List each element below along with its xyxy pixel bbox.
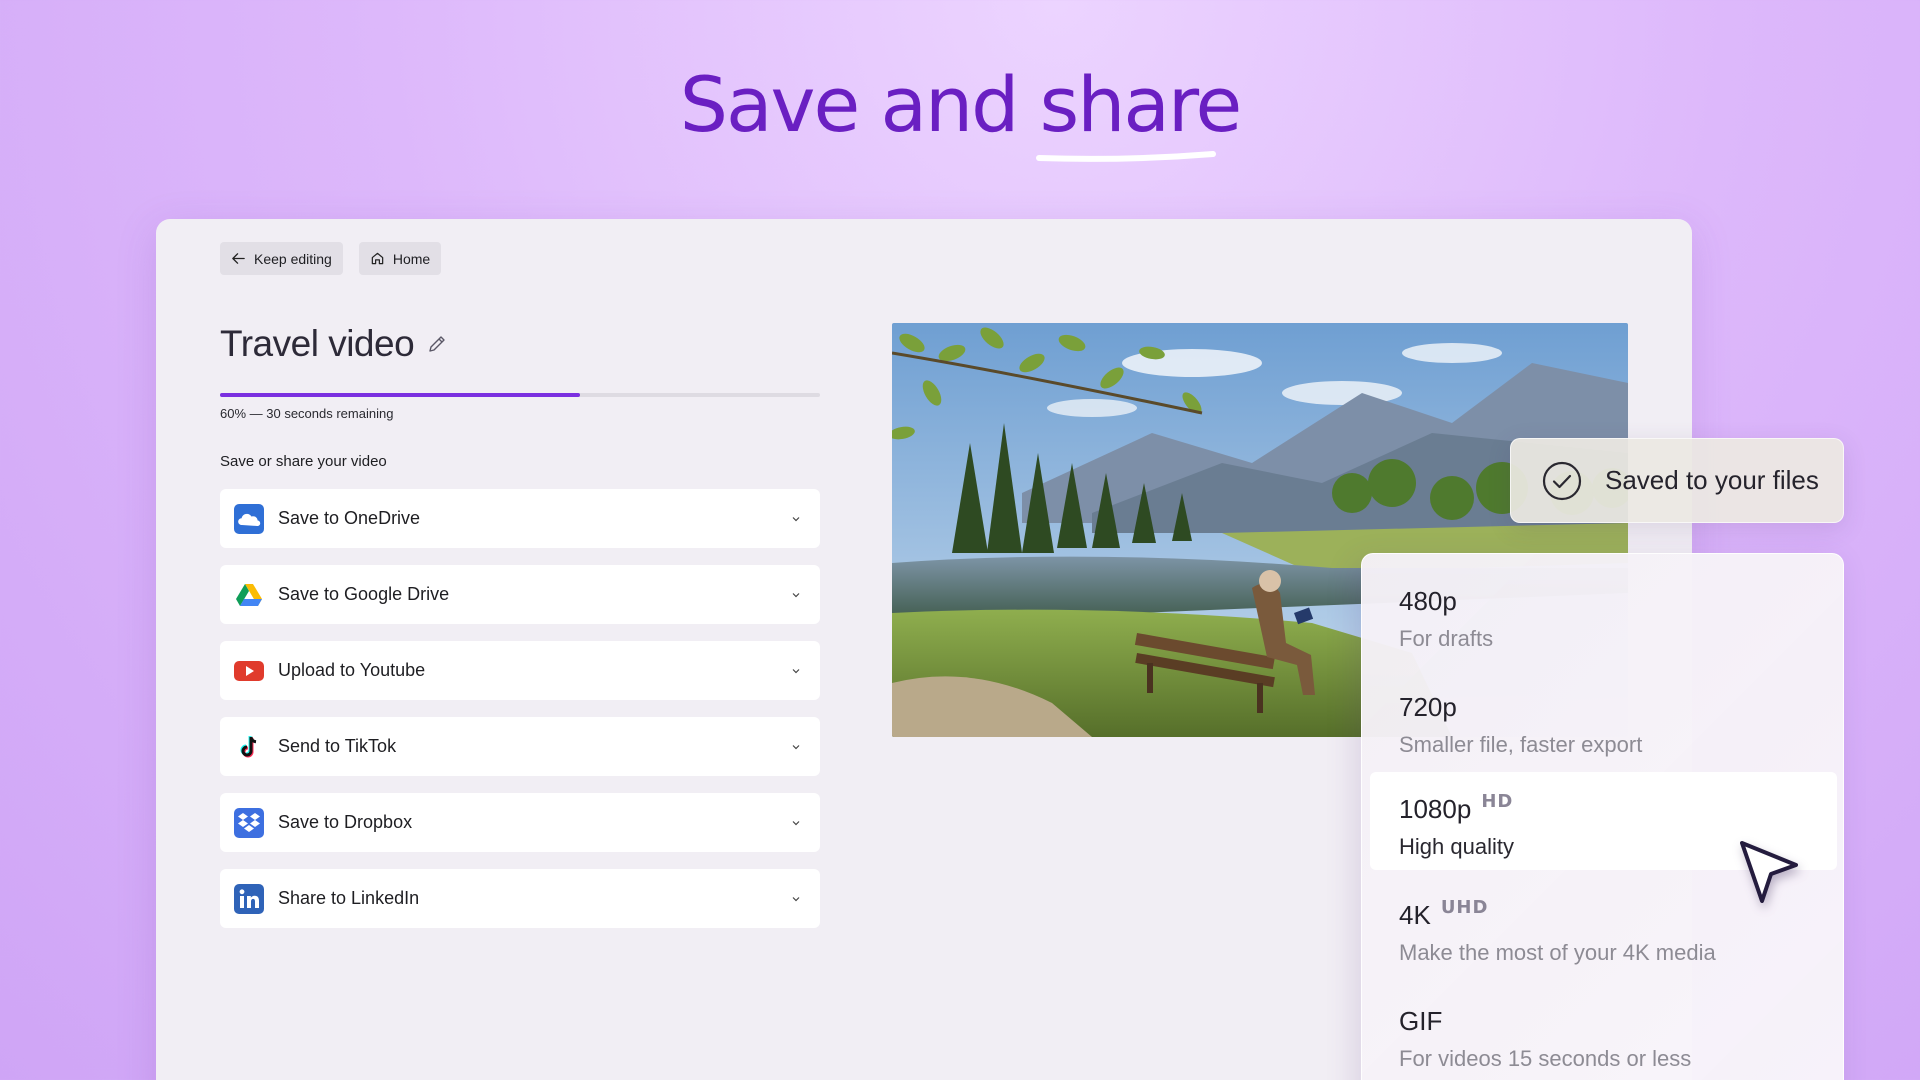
quality-option-gif[interactable]: GIF For videos 15 seconds or less <box>1370 984 1837 1080</box>
save-to-onedrive-option[interactable]: Save to OneDrive <box>220 489 820 548</box>
quality-description: Smaller file, faster export <box>1399 732 1643 757</box>
linkedin-icon <box>234 883 264 914</box>
option-label: Save to Google Drive <box>278 584 450 604</box>
quality-option-720p[interactable]: 720p Smaller file, faster export <box>1370 670 1837 768</box>
mouse-pointer-icon <box>1740 841 1798 903</box>
quality-dropdown-menu: 480p For drafts 720p Smaller file, faste… <box>1361 553 1844 1080</box>
quality-title-row: 480p <box>1399 586 1837 617</box>
quality-title-row: 720p <box>1399 692 1837 723</box>
share-section-label: Save or share your video <box>220 453 387 470</box>
chevron-down-icon <box>792 516 800 521</box>
option-label: Save to OneDrive <box>278 508 421 528</box>
share-to-linkedin-option[interactable]: Share to LinkedIn <box>220 869 820 928</box>
headline-accent: share <box>1035 60 1243 162</box>
save-to-google-drive-option[interactable]: Save to Google Drive <box>220 565 820 624</box>
quality-title: 480p <box>1399 586 1457 616</box>
quality-description: For drafts <box>1399 626 1494 651</box>
chevron-down-icon <box>792 820 800 825</box>
quality-title: 4K <box>1399 900 1431 930</box>
progress-status-text: 60% — 30 seconds remaining <box>220 406 394 421</box>
tiktok-icon <box>240 735 257 757</box>
chevron-down-icon <box>792 744 800 749</box>
onedrive-icon <box>234 503 264 534</box>
hd-badge: HD <box>1481 791 1514 812</box>
quality-option-480p[interactable]: 480p For drafts <box>1370 564 1837 662</box>
underline-swoosh-icon <box>1035 151 1216 162</box>
export-progress-bar <box>220 393 820 397</box>
option-label: Save to Dropbox <box>278 812 413 832</box>
check-circle-icon <box>1542 461 1582 500</box>
option-label: Upload to Youtube <box>278 660 426 680</box>
chevron-down-icon <box>792 896 800 901</box>
quality-title: 1080p <box>1399 794 1472 824</box>
toast-message: Saved to your files <box>1605 465 1819 495</box>
send-to-tiktok-option[interactable]: Send to TikTok <box>220 717 820 776</box>
quality-title: GIF <box>1399 1006 1443 1036</box>
headline-text: Save and <box>679 60 1040 149</box>
quality-title-row: GIF <box>1399 1006 1837 1037</box>
project-title-row: Travel video <box>220 323 448 365</box>
quality-title-row: 1080p HD <box>1399 791 1837 825</box>
export-progress-fill <box>220 393 580 397</box>
uhd-badge: UHD <box>1440 897 1489 918</box>
pencil-icon[interactable] <box>426 333 448 355</box>
dropbox-icon <box>234 807 264 838</box>
headline-accent-text: share <box>1039 60 1243 149</box>
save-to-dropbox-option[interactable]: Save to Dropbox <box>220 793 820 852</box>
project-title: Travel video <box>220 323 415 364</box>
arrow-left-icon <box>232 253 245 264</box>
quality-description: Make the most of your 4K media <box>1399 940 1716 965</box>
option-label: Share to LinkedIn <box>278 888 420 908</box>
chevron-down-icon <box>792 668 800 673</box>
home-button[interactable]: Home <box>358 242 442 275</box>
quality-title: 720p <box>1399 692 1457 722</box>
upload-to-youtube-option[interactable]: Upload to Youtube <box>220 641 820 700</box>
home-icon <box>371 252 384 265</box>
quality-description: For videos 15 seconds or less <box>1399 1046 1692 1071</box>
page-headline: Save and share <box>0 60 1920 162</box>
share-options-list: Save to OneDrive Save to Google Drive Up… <box>220 489 820 945</box>
saved-toast: Saved to your files <box>1510 438 1844 523</box>
youtube-icon <box>234 660 264 681</box>
chevron-down-icon <box>792 592 800 597</box>
home-label: Home <box>392 250 431 267</box>
option-label: Send to TikTok <box>278 736 397 756</box>
top-nav: Keep editing Home <box>220 242 442 275</box>
google-drive-icon <box>236 583 262 606</box>
keep-editing-label: Keep editing <box>254 250 332 267</box>
keep-editing-button[interactable]: Keep editing <box>220 242 343 275</box>
